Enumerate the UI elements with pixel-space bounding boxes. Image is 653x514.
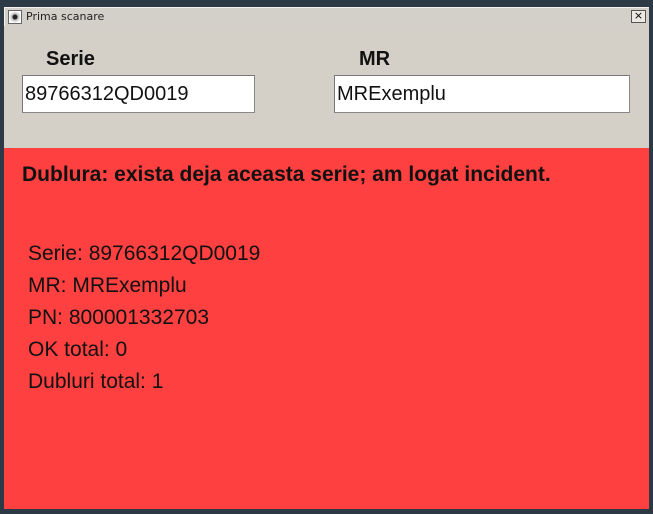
close-icon: × bbox=[633, 9, 644, 22]
app-icon bbox=[8, 10, 22, 24]
detail-ok-total: OK total: 0 bbox=[28, 338, 128, 361]
status-headline: Dublura: exista deja aceasta serie; am l… bbox=[22, 163, 551, 186]
status-panel: Dublura: exista deja aceasta serie; am l… bbox=[4, 148, 649, 509]
detail-pn: PN: 800001332703 bbox=[28, 306, 209, 329]
serie-label: Serie bbox=[46, 48, 95, 70]
mr-label: MR bbox=[359, 48, 391, 70]
detail-serie: Serie: 89766312QD0019 bbox=[28, 242, 261, 265]
window-title: Prima scanare bbox=[26, 10, 105, 23]
app-window: Prima scanare × Serie 89766312QD0019 MR … bbox=[0, 0, 653, 514]
main-content: Serie 89766312QD0019 MR MRExemplu Dublur… bbox=[4, 26, 649, 509]
close-button[interactable]: × bbox=[631, 10, 646, 23]
mr-input[interactable]: MRExemplu bbox=[334, 75, 630, 113]
detail-mr: MR: MRExemplu bbox=[28, 274, 187, 297]
status-details: Serie: 89766312QD0019 MR: MRExemplu PN: … bbox=[28, 238, 260, 398]
detail-dubluri-total: Dubluri total: 1 bbox=[28, 370, 164, 393]
serie-input[interactable]: 89766312QD0019 bbox=[22, 75, 255, 113]
title-bar[interactable]: Prima scanare × bbox=[4, 7, 649, 26]
